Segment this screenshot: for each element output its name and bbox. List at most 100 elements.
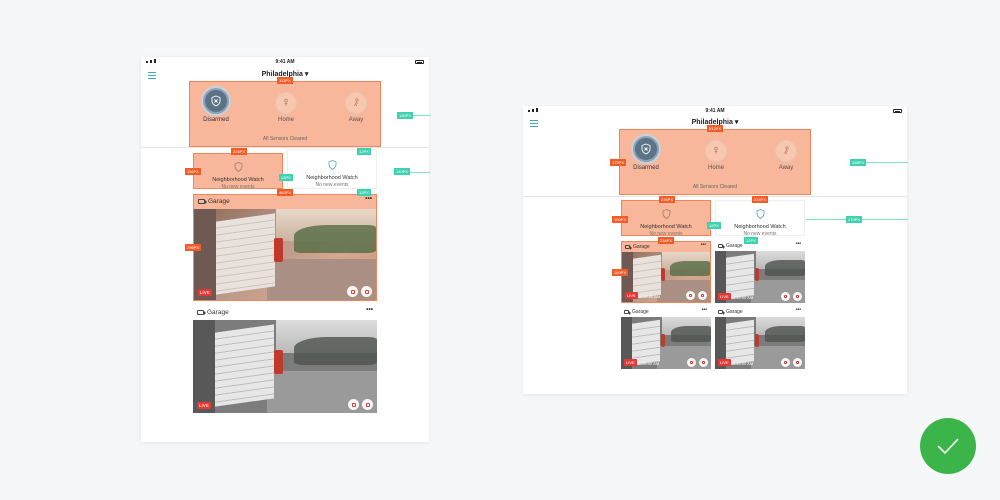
security-mode-panel: Disarmed Home Away All Sensors Cleared	[619, 129, 811, 195]
person-icon	[705, 140, 727, 162]
camera-icon	[624, 309, 631, 315]
feed-trees	[670, 261, 710, 276]
siren-button[interactable]	[348, 399, 359, 410]
siren-button[interactable]	[781, 358, 790, 367]
camera-card[interactable]: Garage ••• LIVE 11:32:00 AM	[621, 307, 711, 369]
measure-tag: 234PX	[752, 196, 769, 203]
camera-card[interactable]: Garage ••• LIVE	[193, 306, 377, 413]
siren-button[interactable]	[781, 292, 790, 301]
battery-icon	[893, 109, 902, 113]
battery-icon	[415, 60, 424, 64]
more-options-icon[interactable]: •••	[796, 307, 801, 313]
mode-home[interactable]: Home	[268, 92, 304, 123]
measure-tag: 296PX	[185, 244, 202, 251]
record-button[interactable]	[699, 358, 708, 367]
siren-button[interactable]	[687, 358, 696, 367]
mode-label: Away	[348, 117, 364, 123]
feed-person	[273, 349, 284, 374]
feed-garage-door	[208, 213, 275, 296]
feed-person	[660, 268, 666, 281]
camera-feed[interactable]: LIVE 11:32:00 AM	[715, 317, 805, 369]
shield-icon	[662, 209, 670, 219]
camera-icon	[197, 310, 206, 315]
feed-actions	[686, 291, 707, 300]
camera-card[interactable]: Garage ••• LIVE 11:32:00 AM	[621, 241, 711, 303]
camera-header: Garage •••	[715, 241, 805, 250]
measure-tag: 100PX	[612, 216, 629, 223]
feed-actions	[687, 358, 708, 367]
measure-tag: 258PX	[850, 159, 867, 166]
mode-home[interactable]: Home	[698, 140, 734, 171]
more-options-icon[interactable]: •••	[701, 242, 706, 248]
camera-title: Garage	[207, 309, 229, 316]
feed-wall	[193, 320, 216, 413]
camera-header: Garage •••	[193, 306, 377, 319]
live-timestamp: 11:32:00 AM	[731, 361, 754, 366]
feed-person	[754, 267, 760, 282]
feed-actions	[781, 292, 802, 301]
measure-tag: 175PX	[610, 159, 627, 166]
neighborhood-watch-card[interactable]: Neighborhood Watch No new events	[715, 200, 805, 237]
mode-disarmed[interactable]: Disarmed	[198, 88, 234, 123]
measure-tag: 460PX	[277, 189, 294, 196]
camera-feed[interactable]: LIVE 11:32:00 AM	[715, 251, 805, 303]
measure-tag: 512PX	[707, 125, 724, 132]
live-badge: LIVE	[198, 289, 212, 296]
feed-trees	[670, 326, 711, 342]
siren-button[interactable]	[686, 291, 695, 300]
checkmark-icon	[920, 418, 976, 474]
measure-tag: 160PX	[612, 269, 629, 276]
record-button[interactable]	[361, 286, 372, 297]
feed-trees	[294, 225, 376, 253]
more-options-icon[interactable]: •••	[702, 307, 707, 313]
camera-card[interactable]: Garage ••• LIVE 11:32:00 AM	[715, 241, 805, 303]
mode-label: Disarmed	[633, 165, 659, 171]
measure-tag: 140PX	[394, 168, 411, 175]
measure-line	[411, 115, 431, 116]
measure-tag: 12PX	[357, 148, 371, 155]
record-button[interactable]	[698, 291, 707, 300]
feed-actions	[347, 286, 372, 297]
mode-disarmed[interactable]: Disarmed	[628, 136, 664, 171]
neighborhood-watch-card[interactable]: Neighborhood Watch No new events	[193, 153, 283, 190]
camera-header: Garage •••	[194, 195, 376, 208]
card-subtitle: No new events	[743, 231, 777, 237]
record-button[interactable]	[793, 292, 802, 301]
status-bar: 9:41 AM	[141, 57, 429, 67]
measure-line	[864, 162, 908, 163]
mode-away[interactable]: Away	[338, 92, 374, 123]
live-timestamp: 11:32:00 AM	[637, 361, 660, 366]
neighborhood-watch-card[interactable]: Neighborhood Watch No new events	[287, 149, 377, 189]
more-options-icon[interactable]: •••	[365, 195, 372, 202]
camera-feed[interactable]: LIVE 11:32:00 AM	[622, 252, 710, 302]
measure-tag: 110PX	[185, 168, 201, 175]
camera-title: Garage	[633, 243, 650, 250]
mode-away[interactable]: Away	[768, 140, 804, 171]
camera-title: Garage	[726, 242, 743, 249]
more-options-icon[interactable]: •••	[366, 306, 373, 313]
status-bar: 9:41 AM	[523, 106, 907, 116]
live-timestamp: 11:32:00 AM	[731, 295, 754, 300]
camera-title: Garage	[726, 308, 743, 315]
mode-label: Home	[277, 117, 294, 123]
feed-trees	[764, 260, 805, 276]
feed-actions	[348, 399, 373, 410]
measure-tag: 12PX	[357, 189, 371, 196]
camera-card[interactable]: Garage ••• LIVE 11:32:00 AM	[715, 307, 805, 369]
live-badge: LIVE	[718, 293, 731, 300]
feed-person	[754, 333, 760, 348]
record-button[interactable]	[362, 399, 373, 410]
camera-title: Garage	[632, 308, 649, 315]
neighborhood-watch-card[interactable]: Neighborhood Watch No new events	[621, 200, 711, 237]
camera-feed[interactable]: LIVE	[193, 320, 377, 413]
siren-button[interactable]	[347, 286, 358, 297]
record-button[interactable]	[793, 358, 802, 367]
sensors-status: All Sensors Cleared	[692, 184, 738, 190]
measure-tag: 12PX	[744, 237, 758, 244]
camera-card[interactable]: Garage ••• LIVE	[193, 194, 377, 301]
camera-feed[interactable]: LIVE 11:32:00 AM	[621, 317, 711, 369]
camera-feed[interactable]: LIVE	[194, 209, 376, 300]
more-options-icon[interactable]: •••	[796, 241, 801, 247]
feed-trees	[294, 336, 377, 365]
sensors-status: All Sensors Cleared	[262, 136, 308, 142]
